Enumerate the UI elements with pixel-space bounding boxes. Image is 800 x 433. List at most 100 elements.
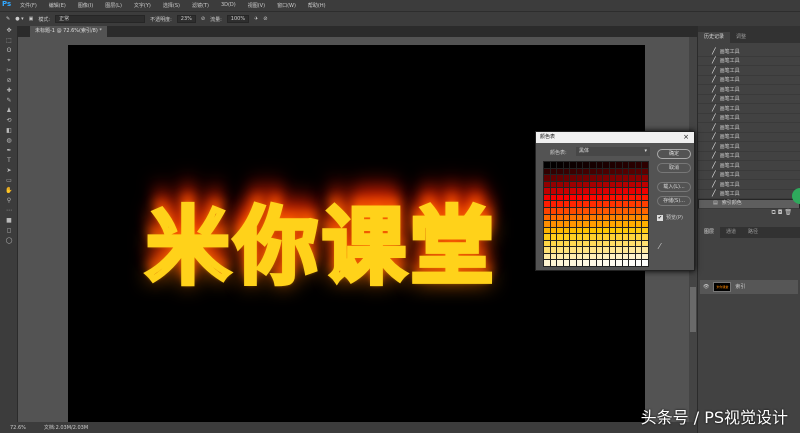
menu-item[interactable]: 帮助(H): [302, 2, 332, 9]
color-swatch[interactable]: [642, 168, 648, 175]
new-document-icon[interactable]: ⧉: [771, 209, 775, 216]
color-swatch[interactable]: [603, 214, 609, 221]
color-swatch[interactable]: [570, 260, 576, 266]
opacity-input[interactable]: 23%: [176, 15, 196, 23]
color-swatch[interactable]: [603, 162, 609, 168]
color-swatch[interactable]: [583, 221, 589, 227]
color-swatch[interactable]: [596, 221, 603, 227]
color-swatch[interactable]: [629, 253, 635, 260]
color-swatch[interactable]: [557, 188, 563, 194]
color-swatch[interactable]: [609, 162, 616, 168]
color-swatch[interactable]: [629, 162, 635, 168]
color-swatch[interactable]: [609, 221, 616, 227]
color-swatch[interactable]: [557, 227, 563, 234]
menu-item[interactable]: 图层(L): [99, 2, 128, 9]
color-swatch[interactable]: [570, 168, 576, 175]
tool-icon[interactable]: ▭: [0, 176, 18, 186]
color-swatch[interactable]: [642, 234, 648, 240]
color-swatch[interactable]: [642, 162, 648, 168]
color-swatch[interactable]: [570, 234, 576, 240]
tool-icon[interactable]: ♟: [0, 106, 18, 116]
flow-input[interactable]: 100%: [226, 15, 250, 23]
color-swatch[interactable]: [616, 181, 622, 188]
cancel-button[interactable]: 取消: [657, 163, 691, 173]
color-swatch[interactable]: [563, 234, 570, 240]
color-swatch[interactable]: [570, 247, 576, 253]
color-swatch[interactable]: [629, 168, 635, 175]
color-swatch[interactable]: [557, 240, 563, 247]
color-swatch[interactable]: [642, 260, 648, 266]
color-swatch[interactable]: [589, 207, 596, 214]
color-swatch[interactable]: [596, 214, 603, 221]
color-swatch[interactable]: [550, 221, 557, 227]
color-swatch[interactable]: [544, 207, 550, 214]
color-swatch[interactable]: [544, 214, 550, 221]
history-item[interactable]: ╱ 画笔工具: [698, 152, 800, 161]
color-swatch[interactable]: [596, 181, 603, 188]
color-swatch[interactable]: [563, 194, 570, 201]
color-swatch[interactable]: [642, 181, 648, 188]
color-swatch[interactable]: [616, 253, 622, 260]
color-swatch[interactable]: [550, 188, 557, 194]
color-swatch[interactable]: [603, 175, 609, 181]
color-swatch[interactable]: [603, 260, 609, 266]
color-swatch[interactable]: [629, 201, 635, 207]
color-swatch[interactable]: [596, 247, 603, 253]
color-swatch[interactable]: [550, 175, 557, 181]
color-swatch[interactable]: [576, 168, 583, 175]
color-swatch[interactable]: [622, 201, 629, 207]
color-swatch[interactable]: [596, 227, 603, 234]
color-swatch[interactable]: [603, 181, 609, 188]
color-swatch[interactable]: [550, 194, 557, 201]
color-swatch[interactable]: [603, 188, 609, 194]
tool-icon[interactable]: ⟲: [0, 116, 18, 126]
pressure-opacity-icon[interactable]: ⊘: [201, 16, 205, 22]
color-swatch[interactable]: [583, 162, 589, 168]
trash-icon[interactable]: 🗑: [784, 209, 792, 216]
color-swatch[interactable]: [589, 247, 596, 253]
color-swatch[interactable]: [544, 201, 550, 207]
color-grid[interactable]: [543, 161, 649, 267]
history-item[interactable]: ╱ 画笔工具: [698, 47, 800, 57]
color-swatch[interactable]: [589, 181, 596, 188]
color-swatch[interactable]: [550, 234, 557, 240]
color-swatch[interactable]: [570, 253, 576, 260]
color-swatch[interactable]: [596, 162, 603, 168]
tool-icon[interactable]: ✎: [0, 96, 18, 106]
tool-icon[interactable]: ✥: [0, 26, 18, 36]
color-swatch[interactable]: [576, 207, 583, 214]
color-swatch[interactable]: [583, 227, 589, 234]
color-swatch[interactable]: [576, 214, 583, 221]
color-swatch[interactable]: [570, 240, 576, 247]
checkbox-icon[interactable]: ✔: [657, 215, 663, 221]
color-swatch[interactable]: [570, 207, 576, 214]
tool-icon[interactable]: ⬚: [0, 36, 18, 46]
tool-icon[interactable]: ◍: [0, 136, 18, 146]
color-swatch[interactable]: [616, 234, 622, 240]
tab-adjustments[interactable]: 调整: [730, 32, 752, 43]
color-swatch[interactable]: [596, 240, 603, 247]
color-swatch[interactable]: [550, 214, 557, 221]
color-swatch[interactable]: [596, 234, 603, 240]
color-swatch[interactable]: [635, 181, 642, 188]
snapshot-icon[interactable]: ◘: [778, 209, 783, 216]
color-swatch[interactable]: [603, 247, 609, 253]
color-swatch[interactable]: [616, 240, 622, 247]
color-swatch[interactable]: [583, 168, 589, 175]
color-swatch[interactable]: [622, 175, 629, 181]
tool-icon[interactable]: ʘ: [0, 46, 18, 56]
history-item[interactable]: ╱ 画笔工具: [698, 161, 800, 171]
color-swatch[interactable]: [544, 227, 550, 234]
color-swatch[interactable]: [563, 253, 570, 260]
color-swatch[interactable]: [642, 188, 648, 194]
color-swatch[interactable]: [629, 240, 635, 247]
color-swatch[interactable]: [629, 234, 635, 240]
color-swatch[interactable]: [616, 227, 622, 234]
color-swatch[interactable]: [629, 194, 635, 201]
eye-icon[interactable]: 👁: [703, 284, 709, 290]
color-swatch[interactable]: [544, 194, 550, 201]
color-swatch[interactable]: [635, 214, 642, 221]
color-swatch[interactable]: [642, 247, 648, 253]
color-swatch[interactable]: [629, 214, 635, 221]
history-item[interactable]: ╱ 画笔工具: [698, 171, 800, 180]
